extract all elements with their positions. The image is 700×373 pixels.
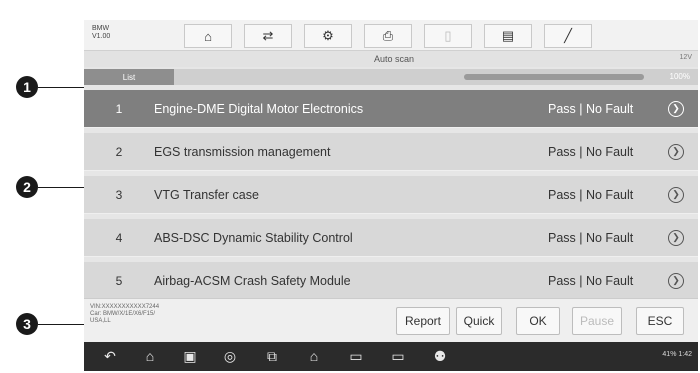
- browser-icon[interactable]: ◎: [220, 347, 240, 365]
- scan-title-bar: Auto scan 12V: [84, 51, 698, 67]
- callout-2: 2: [16, 176, 38, 198]
- callout-1-line: [38, 87, 88, 88]
- chevron-right-icon[interactable]: ❯: [668, 272, 684, 289]
- help-icon: ▯: [444, 28, 452, 43]
- home-icon[interactable]: ⌂: [140, 347, 160, 365]
- vehicle-home-icon[interactable]: ⌂: [304, 347, 324, 365]
- chevron-right-icon[interactable]: ❯: [668, 186, 684, 203]
- row-number: 4: [115, 230, 123, 245]
- settings-icon: ⚙: [322, 28, 334, 43]
- print-button[interactable]: ⎙: [364, 24, 412, 48]
- vehicle-brand: BMW V1.00: [92, 25, 110, 41]
- top-toolbar: BMW V1.00 ⌂ ⇄ ⚙ ⎙ ▯ ▤ ╱: [84, 20, 698, 51]
- save-icon: ▤: [501, 28, 515, 43]
- callout-2-line: [38, 187, 88, 188]
- home-button[interactable]: ⌂: [184, 24, 232, 48]
- system-row[interactable]: 1 Engine-DME Digital Motor Electronics P…: [84, 90, 698, 128]
- system-status: Pass | No Fault: [548, 144, 634, 159]
- progress-track: [464, 74, 644, 80]
- car-icon[interactable]: ▭: [388, 347, 408, 365]
- system-status: Pass | No Fault: [548, 273, 634, 288]
- chevron-right-icon[interactable]: ❯: [668, 100, 684, 117]
- chevron-right-icon[interactable]: ❯: [668, 143, 684, 160]
- esc-button[interactable]: ESC: [636, 307, 684, 335]
- edit-button[interactable]: ╱: [544, 24, 592, 48]
- quick-button[interactable]: Quick: [456, 307, 502, 335]
- save-button[interactable]: ▤: [484, 24, 532, 48]
- user-car-icon[interactable]: ⚉: [430, 347, 450, 365]
- vehicle-swap-button[interactable]: ⇄: [244, 24, 292, 48]
- row-number: 2: [115, 144, 123, 159]
- car-icon[interactable]: ▭: [346, 347, 366, 365]
- system-status-tray: 41% 1:42: [662, 351, 692, 358]
- print-icon: ⎙: [382, 28, 394, 43]
- row-number: 3: [115, 187, 123, 202]
- system-row[interactable]: 3 VTG Transfer case Pass | No Fault ❯: [84, 176, 698, 214]
- system-row[interactable]: 2 EGS transmission management Pass | No …: [84, 133, 698, 171]
- system-row[interactable]: 5 Airbag-ACSM Crash Safety Module Pass |…: [84, 262, 698, 300]
- callout-1: 1: [16, 76, 38, 98]
- home-icon: ⌂: [204, 28, 212, 44]
- help-button[interactable]: ▯: [424, 24, 472, 48]
- edit-icon: ╱: [564, 28, 572, 43]
- brand-name: BMW: [92, 25, 110, 32]
- brand-version: V1.00: [92, 33, 111, 40]
- system-list: 1 Engine-DME Digital Motor Electronics P…: [84, 90, 698, 313]
- function-bar: VIN:XXXXXXXXXXX7244 Car: BMW/X/1E/X6/F15…: [84, 298, 698, 343]
- device-screen: BMW V1.00 ⌂ ⇄ ⚙ ⎙ ▯ ▤ ╱ Auto scan 12V Li…: [84, 20, 698, 371]
- row-number: 1: [115, 101, 123, 116]
- system-status: Pass | No Fault: [548, 230, 634, 245]
- chevron-right-icon[interactable]: ❯: [668, 229, 684, 246]
- system-name: Engine-DME Digital Motor Electronics: [154, 101, 364, 116]
- callout-3: 3: [16, 313, 38, 335]
- system-status: Pass | No Fault: [548, 101, 634, 116]
- page-title: Auto scan: [374, 54, 415, 64]
- vehicle-swap-icon: ⇄: [262, 28, 274, 43]
- report-button[interactable]: Report: [396, 307, 450, 335]
- recent-apps-icon[interactable]: ▣: [180, 347, 200, 365]
- progress-fill: [464, 74, 644, 80]
- battery-voltage: 12V: [679, 54, 692, 61]
- callout-3-line: [38, 324, 88, 325]
- system-row[interactable]: 4 ABS-DSC Dynamic Stability Control Pass…: [84, 219, 698, 257]
- system-name: VTG Transfer case: [154, 187, 259, 202]
- screenshot-icon[interactable]: ⧉: [262, 347, 282, 365]
- back-icon[interactable]: ↶: [100, 347, 120, 365]
- android-nav-bar: ↶ ⌂ ▣ ◎ ⧉ ⌂ ▭ ▭ ⚉ 41% 1:42: [84, 342, 698, 371]
- ok-button[interactable]: OK: [516, 307, 560, 335]
- pause-button[interactable]: Pause: [572, 307, 622, 335]
- system-name: EGS transmission management: [154, 144, 331, 159]
- progress-percent: 100%: [669, 72, 690, 81]
- system-status: Pass | No Fault: [548, 187, 634, 202]
- row-number: 5: [115, 273, 123, 288]
- system-name: Airbag-ACSM Crash Safety Module: [154, 273, 351, 288]
- settings-button[interactable]: ⚙: [304, 24, 352, 48]
- vehicle-info: VIN:XXXXXXXXXXX7244 Car: BMW/X/1E/X6/F15…: [90, 304, 160, 324]
- tab-list[interactable]: List: [84, 69, 174, 85]
- system-name: ABS-DSC Dynamic Stability Control: [154, 230, 353, 245]
- list-progress-bar: List 100%: [84, 69, 698, 85]
